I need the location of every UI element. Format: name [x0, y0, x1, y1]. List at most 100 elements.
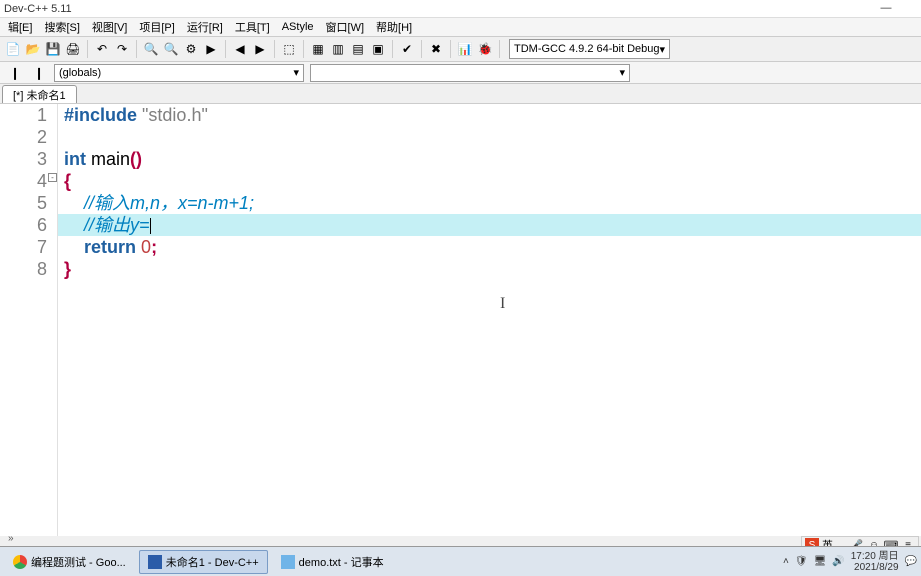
title-bar: Dev-C++ 5.11 —: [0, 0, 921, 18]
code-line[interactable]: return 0;: [58, 236, 921, 258]
compile-button[interactable]: ⚙: [182, 40, 200, 58]
grid1-button[interactable]: ▦: [309, 40, 327, 58]
redo-button[interactable]: ↷: [113, 40, 131, 58]
menu-help[interactable]: 帮助[H]: [370, 19, 418, 35]
line-number: 1: [0, 104, 47, 126]
toolbar-separator: [392, 40, 393, 58]
func-bar1-button[interactable]: ❙: [6, 64, 24, 82]
line-number: 8: [0, 258, 47, 280]
code-line[interactable]: {: [58, 170, 921, 192]
menu-tools[interactable]: 工具[T]: [229, 19, 276, 35]
line-number: 3: [0, 148, 47, 170]
symbol-selector[interactable]: ▾: [310, 64, 630, 82]
file-tab-label: [*] 未命名1: [13, 87, 66, 103]
print-button[interactable]: 🖨: [64, 40, 82, 58]
func-bar2-button[interactable]: ❙: [30, 64, 48, 82]
check-button[interactable]: ✔: [398, 40, 416, 58]
compiler-selector-label: TDM-GCC 4.9.2 64-bit Debug: [514, 43, 660, 55]
line-gutter: 1234-5678: [0, 104, 58, 536]
chevron-down-icon: ▾: [619, 66, 625, 79]
new-file-button[interactable]: 📄: [4, 40, 22, 58]
toolbar-separator: [450, 40, 451, 58]
tray-vol-icon[interactable]: 🔊: [832, 556, 844, 567]
taskbar-clock[interactable]: 17:20 周日 2021/8/29: [851, 551, 899, 573]
minimize-button[interactable]: —: [876, 2, 896, 14]
menu-bar: 辑[E] 搜索[S] 视图[V] 项目[P] 运行[R] 工具[T] AStyl…: [0, 18, 921, 36]
chrome-icon: [13, 555, 27, 569]
task-label: demo.txt - 记事本: [299, 554, 384, 570]
code-line[interactable]: int main(): [58, 148, 921, 170]
line-number: 5: [0, 192, 47, 214]
task-notepad[interactable]: demo.txt - 记事本: [272, 550, 393, 574]
line-number: 4-: [0, 170, 47, 192]
save-button[interactable]: 💾: [44, 40, 62, 58]
fold-marker[interactable]: -: [48, 173, 57, 182]
chart-button[interactable]: 📊: [456, 40, 474, 58]
undo-button[interactable]: ↶: [93, 40, 111, 58]
code-line[interactable]: //输入m,n，x=n-m+1;: [58, 192, 921, 214]
menu-view[interactable]: 视图[V]: [86, 19, 133, 35]
main-toolbar: 📄 📂 💾 🖨 ↶ ↷ 🔍 🔍 ⚙ ▶ ◀ ▶ ⬚ ▦ ▥ ▤ ▣ ✔ ✖ 📊 …: [0, 36, 921, 62]
devcpp-icon: [148, 555, 162, 569]
system-tray: ˄ 🛡 🖥 🔊 17:20 周日 2021/8/29 💬: [783, 551, 917, 573]
toolbar-separator: [87, 40, 88, 58]
code-area[interactable]: #include "stdio.h" int main(){ //输入m,n，x=…: [58, 104, 921, 536]
compiler-selector[interactable]: TDM-GCC 4.9.2 64-bit Debug ▾: [509, 39, 670, 59]
shield-button[interactable]: ⬚: [280, 40, 298, 58]
task-label: 未命名1 - Dev-C++: [166, 554, 259, 570]
notepad-icon: [281, 555, 295, 569]
find-button[interactable]: 🔍: [142, 40, 160, 58]
code-editor[interactable]: 1234-5678 #include "stdio.h" int main(){ …: [0, 104, 921, 536]
tray-net-icon[interactable]: 🖥: [814, 556, 827, 567]
toolbar-separator: [499, 40, 500, 58]
code-line[interactable]: #include "stdio.h": [58, 104, 921, 126]
line-number: 6: [0, 214, 47, 236]
task-label: 编程题测试 - Goo...: [31, 554, 126, 570]
globals-selector[interactable]: (globals) ▾: [54, 64, 304, 82]
taskbar: 编程题测试 - Goo... 未命名1 - Dev-C++ demo.txt -…: [0, 546, 921, 576]
code-line[interactable]: }: [58, 258, 921, 280]
grid4-button[interactable]: ▣: [369, 40, 387, 58]
text-cursor-icon: I: [500, 295, 505, 313]
menu-astyle[interactable]: AStyle: [276, 21, 320, 33]
toolbar-separator: [136, 40, 137, 58]
file-tab[interactable]: [*] 未命名1: [2, 85, 77, 103]
tray-up-icon[interactable]: ˄: [783, 556, 789, 567]
debug-button[interactable]: 🐞: [476, 40, 494, 58]
menu-project[interactable]: 项目[P]: [133, 19, 180, 35]
nav-left-button[interactable]: ◀: [231, 40, 249, 58]
toolbar-separator: [274, 40, 275, 58]
sub-toolbar: ❙ ❙ (globals) ▾ ▾: [0, 62, 921, 84]
menu-run[interactable]: 运行[R]: [181, 19, 229, 35]
grid3-button[interactable]: ▤: [349, 40, 367, 58]
open-file-button[interactable]: 📂: [24, 40, 42, 58]
clock-time: 17:20 周日: [851, 551, 899, 562]
chevron-down-icon: ▾: [293, 66, 299, 79]
panel-chevron[interactable]: »: [8, 533, 14, 544]
editor-tabs: [*] 未命名1: [0, 84, 921, 104]
window-title: Dev-C++ 5.11: [4, 3, 72, 15]
line-number: 7: [0, 236, 47, 258]
grid2-button[interactable]: ▥: [329, 40, 347, 58]
toolbar-separator: [303, 40, 304, 58]
globals-selector-label: (globals): [59, 67, 101, 79]
find2-button[interactable]: 🔍: [162, 40, 180, 58]
close-x-button[interactable]: ✖: [427, 40, 445, 58]
clock-date: 2021/8/29: [851, 562, 899, 573]
tray-action-icon[interactable]: 💬: [905, 556, 917, 567]
chevron-down-icon: ▾: [660, 43, 666, 56]
run-button[interactable]: ▶: [202, 40, 220, 58]
code-line[interactable]: //输出y=: [58, 214, 921, 236]
task-chrome[interactable]: 编程题测试 - Goo...: [4, 550, 135, 574]
toolbar-separator: [421, 40, 422, 58]
line-number: 2: [0, 126, 47, 148]
menu-search[interactable]: 搜索[S]: [38, 19, 85, 35]
menu-edit[interactable]: 辑[E]: [2, 19, 38, 35]
menu-window[interactable]: 窗口[W]: [320, 19, 371, 35]
tray-safe-icon[interactable]: 🛡: [795, 556, 808, 567]
toolbar-separator: [225, 40, 226, 58]
nav-right-button[interactable]: ▶: [251, 40, 269, 58]
code-line[interactable]: [58, 126, 921, 148]
task-devcpp[interactable]: 未命名1 - Dev-C++: [139, 550, 268, 574]
text-caret: [150, 218, 151, 234]
